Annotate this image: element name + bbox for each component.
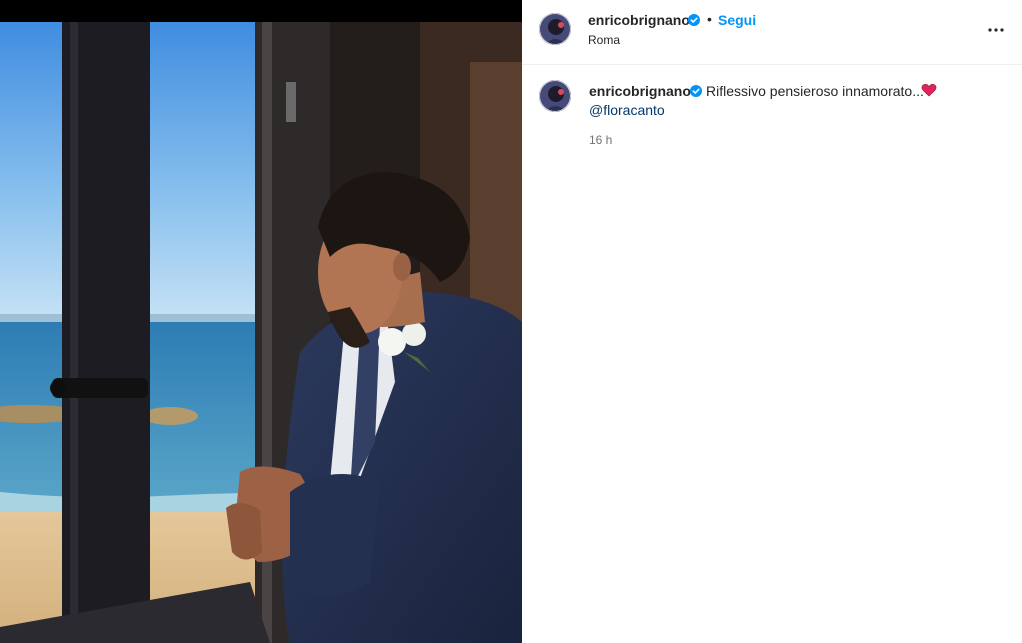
header-separator: • [707, 11, 712, 27]
follow-button[interactable]: Segui [718, 12, 756, 28]
post-header: enricobrignano • Segui Roma [522, 0, 1022, 65]
caption-text: Riflessivo pensieroso innamorato... [706, 83, 924, 99]
post-timestamp[interactable]: 16 h [589, 133, 612, 147]
post-side-panel: enricobrignano • Segui Roma enricobrigna… [522, 0, 1022, 643]
more-options-icon[interactable] [984, 18, 1008, 42]
red-heart-icon [921, 83, 937, 97]
top-bar [0, 0, 522, 22]
verified-badge-icon [690, 85, 702, 97]
post-location[interactable]: Roma [588, 33, 620, 47]
author-username[interactable]: enricobrignano [588, 12, 690, 28]
caption-author-avatar[interactable] [539, 80, 571, 112]
verified-badge-icon [688, 14, 700, 26]
author-avatar[interactable] [539, 13, 571, 45]
post-photo[interactable] [0, 22, 522, 643]
post-photo-illustration [0, 22, 522, 643]
caption-mention-link[interactable]: @floracanto [589, 102, 665, 118]
caption-author-username[interactable]: enricobrignano [589, 83, 691, 99]
